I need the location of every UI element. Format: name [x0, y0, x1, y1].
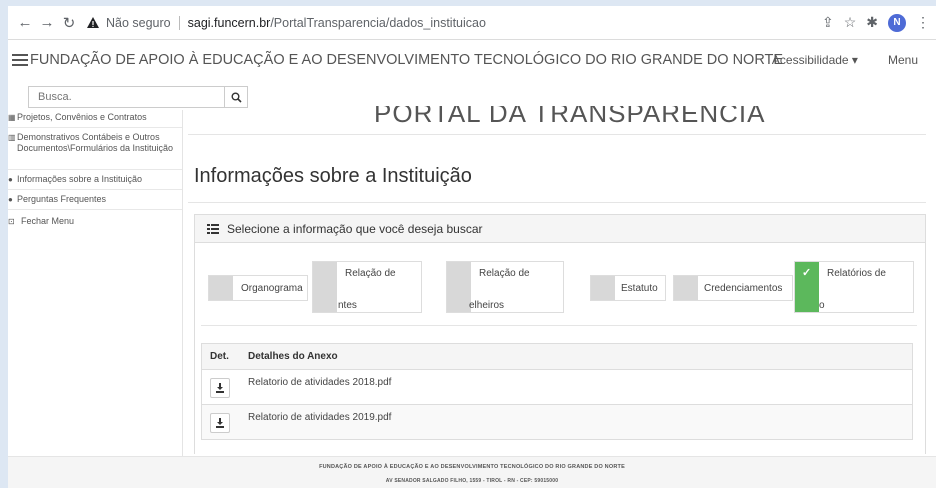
map-icon: ▦ [8, 113, 16, 122]
divider [201, 325, 917, 326]
search-icon [231, 92, 242, 103]
sidebar-item-label: Fechar Menu [21, 216, 75, 226]
annex-table: Det. Detalhes do Anexo Relatorio de ativ… [201, 343, 913, 440]
close-box-icon: ⊡ [8, 217, 15, 226]
footer-address: AV SENADOR SALGADO FILHO, 1559 - TIROL -… [385, 478, 559, 484]
address-bar[interactable]: Não seguro sagi.funcern.br/PortalTranspa… [86, 10, 822, 36]
url-separator [178, 15, 180, 30]
accessibility-menu[interactable]: Acessibilidade ▾ [772, 53, 858, 67]
search-bar [28, 86, 248, 108]
more-icon[interactable]: ⋮ [916, 14, 930, 31]
file-name: Relatorio de atividades 2019.pdf [248, 412, 392, 423]
header-nav: Acessibilidade ▾ Menu [772, 53, 918, 67]
tab-relatorios-atividades[interactable]: ✓ Relatórios de o [794, 261, 914, 313]
sidebar-item-projetos[interactable]: ▦ Projetos, Convênios e Contratos [8, 110, 182, 128]
site-title: FUNDAÇÃO DE APOIO À EDUCAÇÃO E AO DESENV… [30, 52, 784, 68]
tab-label: Credenciamentos [704, 283, 783, 294]
tab-bar [447, 262, 471, 312]
portal-title: PORTAL DA TRANSPARÊNCIA [374, 106, 766, 124]
sidebar-item-label: Projetos, Convênios e Contratos [17, 112, 147, 122]
extensions-icon[interactable]: ✱ [866, 14, 878, 31]
sidebar-item-perguntas[interactable]: ● Perguntas Frequentes [8, 190, 182, 210]
url-path[interactable]: /PortalTransparencia/dados_instituicao [270, 16, 486, 30]
browser-toolbar: ← → ↻ Não seguro sagi.funcern.br/PortalT… [8, 6, 936, 40]
star-icon[interactable]: ☆ [844, 14, 857, 31]
info-tabs: Organograma Relação de ntes Relação de e… [201, 261, 917, 313]
sidebar-item-label: Demonstrativos Contábeis e Outros Docume… [17, 132, 174, 153]
download-button[interactable] [210, 378, 230, 398]
footer-org-name: FUNDAÇÃO DE APOIO À EDUCAÇÃO E AO DESENV… [319, 464, 625, 470]
tab-label-bottom: o [819, 300, 825, 311]
forward-icon[interactable]: → [36, 12, 58, 34]
back-icon[interactable]: ← [14, 12, 36, 34]
search-button[interactable] [224, 86, 248, 108]
column-header-details: Detalhes do Anexo [248, 351, 338, 362]
sidebar: ▦ Projetos, Convênios e Contratos ▥ Demo… [8, 110, 183, 456]
question-icon: ● [8, 195, 13, 204]
browser-actions: ⇪ ☆ ✱ N ⋮ [822, 13, 930, 32]
browser-window: ← → ↻ Não seguro sagi.funcern.br/PortalT… [0, 0, 936, 488]
tab-label-bottom: elheiros [469, 300, 505, 311]
sidebar-item-label: Perguntas Frequentes [17, 194, 107, 204]
tab-label-top: Relação de [479, 268, 530, 279]
menu-link[interactable]: Menu [888, 53, 918, 67]
tab-label-top: Relação de [345, 268, 396, 279]
page-footer: FUNDAÇÃO DE APOIO À EDUCAÇÃO E AO DESENV… [8, 456, 936, 488]
chart-icon: ▥ [8, 133, 16, 142]
info-panel: Selecione a informação que você deseja b… [194, 214, 926, 454]
column-header-det: Det. [210, 351, 229, 362]
insecure-label[interactable]: Não seguro [106, 16, 171, 30]
tab-bar [313, 262, 337, 312]
tab-credenciamentos[interactable]: Credenciamentos [673, 275, 793, 301]
profile-avatar[interactable]: N [888, 13, 906, 32]
download-button[interactable] [210, 413, 230, 433]
tab-bar [591, 276, 615, 300]
check-icon: ✓ [802, 267, 812, 279]
tab-label: Organograma [241, 283, 303, 294]
sidebar-item-demonstrativos[interactable]: ▥ Demonstrativos Contábeis e Outros Docu… [8, 128, 182, 170]
download-icon [216, 418, 224, 428]
tab-estatuto[interactable]: Estatuto [590, 275, 666, 301]
hamburger-icon[interactable] [12, 54, 28, 66]
tab-label-top: Relatórios de [827, 268, 886, 279]
url-domain[interactable]: sagi.funcern.br [188, 16, 271, 30]
tab-organograma[interactable]: Organograma [208, 275, 308, 301]
tab-relacao-dirigentes[interactable]: Relação de ntes [312, 261, 422, 313]
table-cell-det [202, 405, 244, 439]
tab-label-bottom: ntes [338, 300, 357, 311]
sidebar-item-fechar[interactable]: ⊡ Fechar Menu [8, 210, 182, 231]
site-header: FUNDAÇÃO DE APOIO À EDUCAÇÃO E AO DESENV… [8, 40, 936, 80]
search-input[interactable] [28, 86, 224, 108]
info-icon: ● [8, 175, 13, 184]
list-icon [207, 223, 219, 234]
divider [188, 202, 926, 203]
table-row: Relatorio de atividades 2019.pdf [202, 405, 912, 440]
tab-label: Estatuto [621, 283, 658, 294]
table-header-row: Det. Detalhes do Anexo [202, 344, 912, 370]
divider [188, 134, 926, 135]
table-row: Relatorio de atividades 2018.pdf [202, 370, 912, 405]
download-icon [216, 383, 224, 393]
warning-icon[interactable] [86, 16, 100, 30]
tab-bar [674, 276, 698, 300]
tab-relacao-conselheiros[interactable]: Relação de elheiros [446, 261, 564, 313]
panel-header: Selecione a informação que você deseja b… [195, 215, 925, 243]
file-name: Relatorio de atividades 2018.pdf [248, 377, 392, 388]
panel-title: Selecione a informação que você deseja b… [227, 221, 483, 236]
share-icon[interactable]: ⇪ [822, 14, 834, 31]
sidebar-item-informacoes[interactable]: ● Informações sobre a Instituição [8, 170, 182, 190]
tab-bar [209, 276, 233, 300]
sidebar-item-label: Informações sobre a Instituição [17, 174, 143, 184]
reload-icon[interactable]: ↻ [58, 12, 80, 34]
table-cell-det [202, 370, 244, 404]
main-content: PORTAL DA TRANSPARÊNCIA Informações sobr… [184, 106, 936, 456]
page-title: Informações sobre a Instituição [194, 165, 472, 187]
